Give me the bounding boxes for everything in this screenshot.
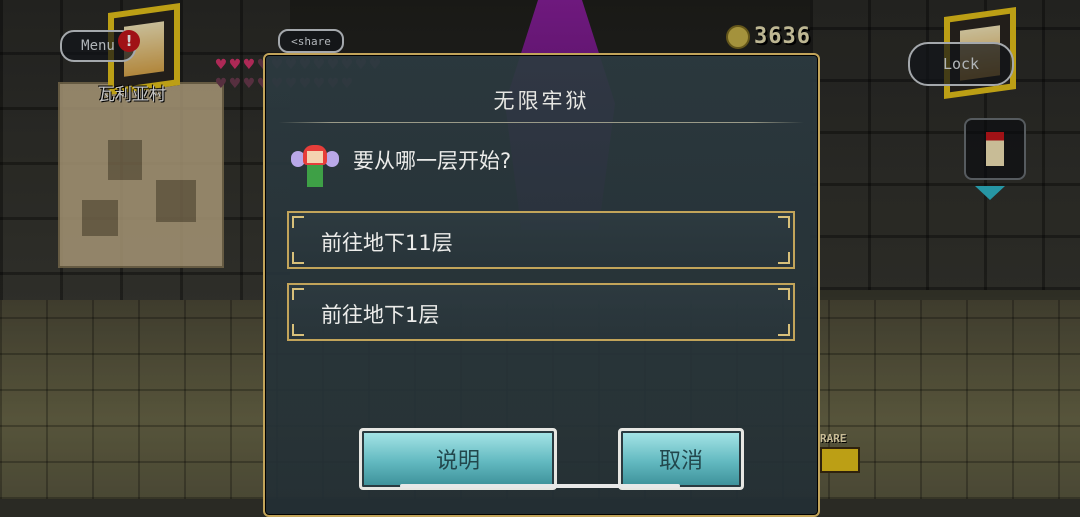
option-floor-11[interactable]: 前往地下11层 xyxy=(287,211,795,269)
corner-ornament xyxy=(292,216,304,228)
option-label: 前往地下11层 xyxy=(321,231,453,255)
option-label: 前往地下1层 xyxy=(321,303,440,327)
home-indicator[interactable] xyxy=(400,484,680,488)
corner-ornament xyxy=(778,216,790,228)
corner-ornament xyxy=(778,252,790,264)
floor-select-dialog: 无限牢狱 要从哪一层开始? 前往地下11层 前往地下1层 说明 取消 xyxy=(263,53,820,517)
dialog-title: 无限牢狱 xyxy=(493,89,590,113)
explain-button[interactable]: 说明 xyxy=(359,428,557,490)
option-floor-1[interactable]: 前往地下1层 xyxy=(287,283,795,341)
title-divider xyxy=(279,122,804,123)
corner-ornament xyxy=(292,288,304,300)
corner-ornament xyxy=(292,324,304,336)
cancel-button[interactable]: 取消 xyxy=(618,428,744,490)
fairy-face xyxy=(307,151,323,163)
corner-ornament xyxy=(292,252,304,264)
corner-ornament xyxy=(778,288,790,300)
fairy-icon xyxy=(289,141,339,195)
fairy-body xyxy=(307,165,323,187)
corner-ornament xyxy=(778,324,790,336)
fairy-wing xyxy=(325,151,339,167)
dialog-question: 要从哪一层开始? xyxy=(353,149,512,173)
